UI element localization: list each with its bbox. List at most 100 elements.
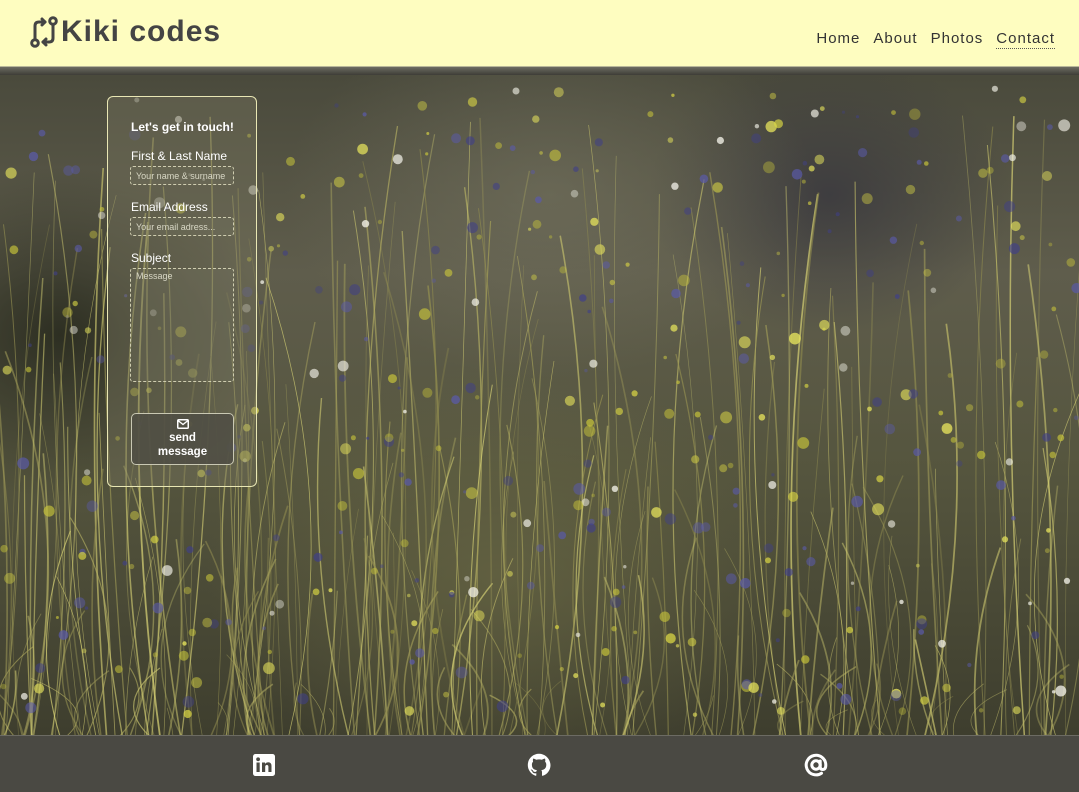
flower (908, 127, 920, 138)
flower (659, 611, 671, 623)
message-textarea[interactable] (130, 268, 234, 382)
github-link[interactable] (527, 753, 551, 777)
flower (510, 511, 517, 518)
flower (366, 436, 370, 440)
flower (611, 626, 617, 632)
flower (1008, 154, 1016, 162)
nav-contact[interactable]: Contact (996, 30, 1055, 49)
grass-stem (501, 451, 527, 735)
flower (532, 115, 540, 123)
flower (631, 390, 638, 397)
flower (38, 129, 46, 137)
flower (806, 557, 816, 567)
flower (267, 649, 272, 655)
grass-stem (883, 223, 918, 735)
flower (920, 696, 929, 705)
flower (623, 565, 627, 569)
flower (425, 152, 429, 156)
linkedin-link[interactable] (252, 753, 276, 777)
grass-stem (634, 577, 666, 735)
flower (840, 325, 851, 336)
flower (1044, 548, 1050, 554)
nav-photos[interactable]: Photos (931, 30, 984, 49)
flower (739, 261, 745, 266)
flower (740, 578, 751, 589)
flower (431, 278, 436, 283)
flower (404, 706, 415, 716)
flower (334, 103, 339, 108)
flower (664, 513, 677, 525)
flower (1019, 235, 1025, 241)
name-input[interactable] (130, 166, 234, 185)
flower (609, 279, 615, 286)
flower (84, 469, 91, 476)
flower (411, 620, 418, 627)
flower (275, 599, 285, 609)
flower (763, 543, 774, 553)
grass-stem (693, 589, 729, 735)
flower (995, 358, 1006, 369)
flower (908, 389, 919, 399)
grass-stem (543, 481, 569, 735)
flower (1071, 283, 1079, 294)
flower (765, 557, 771, 564)
send-message-button[interactable]: send message (131, 413, 234, 465)
flower (272, 534, 280, 542)
flower (313, 552, 323, 562)
email-input[interactable] (130, 217, 234, 236)
flower (435, 445, 442, 452)
flower (924, 161, 929, 166)
flower (53, 271, 58, 276)
grass-stem (68, 356, 93, 735)
grass-stem (588, 424, 613, 735)
flower (736, 320, 741, 325)
flower (260, 280, 265, 284)
flower (465, 487, 478, 499)
flower (594, 138, 603, 147)
grass-stem (654, 441, 669, 735)
flower (444, 269, 453, 277)
flower (404, 478, 412, 486)
grass-stem (1065, 269, 1079, 735)
flower (129, 563, 135, 570)
nav-home[interactable]: Home (816, 30, 860, 49)
flower (814, 154, 825, 165)
flower (890, 690, 902, 702)
flower (872, 397, 882, 407)
flower (841, 110, 846, 114)
flower (866, 269, 874, 278)
flower (496, 700, 509, 713)
flower (733, 503, 738, 508)
flower (708, 434, 714, 440)
flower (913, 448, 921, 457)
flower (337, 360, 349, 372)
flower (1001, 154, 1010, 163)
flower (554, 625, 560, 630)
flower (967, 662, 972, 668)
nav-about[interactable]: About (873, 30, 917, 49)
flower (692, 712, 698, 717)
flower (357, 143, 368, 155)
flower (851, 495, 863, 508)
flower (371, 567, 378, 575)
flower (72, 300, 78, 307)
flower (950, 437, 957, 443)
flower (768, 481, 777, 489)
flower (819, 319, 830, 331)
flower (575, 632, 581, 638)
flower (2, 365, 12, 375)
email-link[interactable] (804, 753, 828, 777)
flower (130, 510, 140, 521)
flower (392, 154, 403, 165)
flower (559, 667, 564, 672)
flower (966, 404, 974, 412)
flower (763, 161, 775, 174)
flower (35, 663, 46, 674)
logo[interactable]: Kiki codes (28, 14, 221, 50)
flower (671, 93, 675, 97)
flower (1008, 243, 1020, 255)
flower (758, 414, 766, 421)
flower (771, 473, 775, 477)
flower (775, 638, 780, 643)
flower (352, 468, 365, 480)
